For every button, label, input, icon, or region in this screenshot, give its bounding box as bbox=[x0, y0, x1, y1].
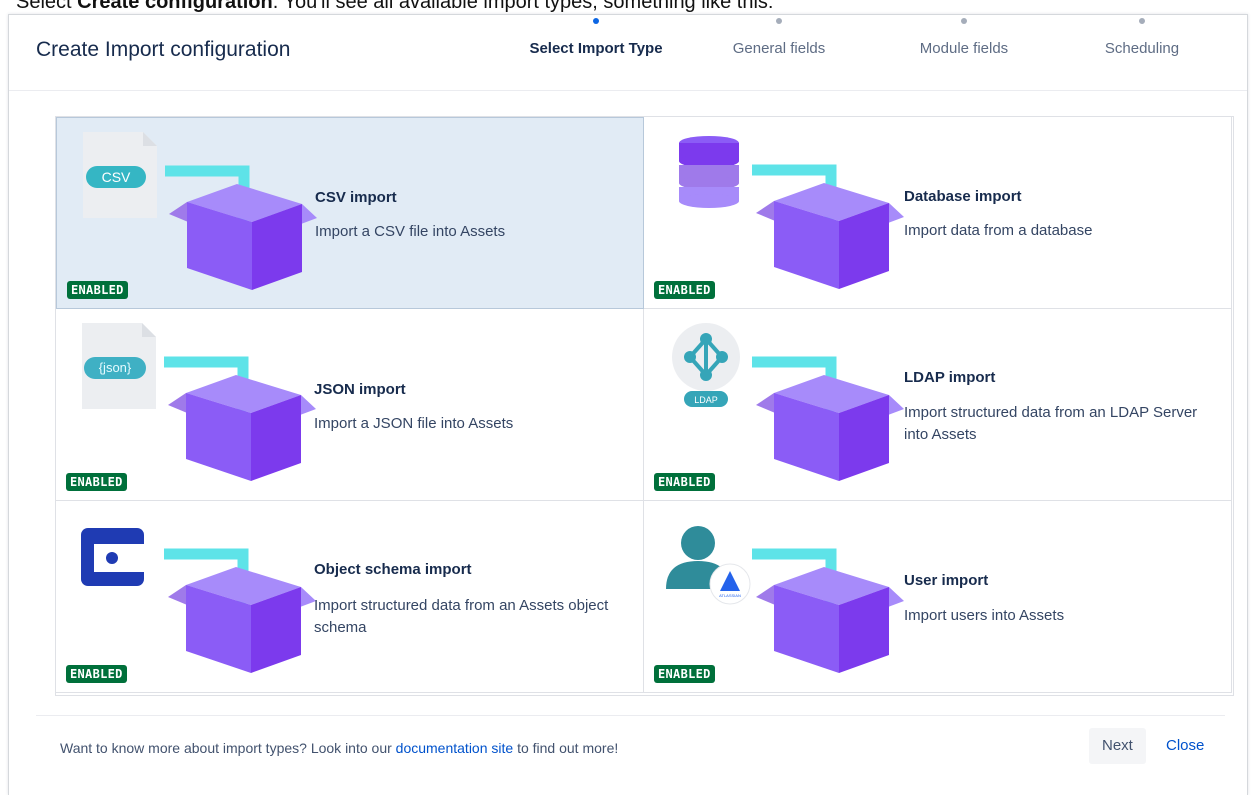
card-title: JSON import bbox=[314, 381, 406, 398]
footer-text-before: Want to know more about import types? Lo… bbox=[60, 740, 396, 756]
card-title: Database import bbox=[904, 188, 1022, 205]
step-scheduling: Scheduling bbox=[1072, 18, 1212, 58]
ldap-badge-text: LDAP bbox=[694, 395, 718, 405]
box-icon bbox=[168, 375, 316, 481]
step-dot bbox=[961, 18, 967, 24]
import-card-ldap[interactable]: LDAP LDAP import Import structured data … bbox=[644, 309, 1232, 501]
step-label: Scheduling bbox=[1104, 40, 1180, 57]
box-icon bbox=[169, 184, 317, 290]
card-title: User import bbox=[904, 572, 989, 589]
step-select-import-type: Select Import Type bbox=[529, 18, 663, 58]
box-icon bbox=[168, 567, 316, 673]
import-card-object-schema[interactable]: Object schema import Import structured d… bbox=[56, 501, 644, 693]
step-current-dot bbox=[593, 18, 599, 24]
close-button[interactable]: Close bbox=[1153, 728, 1217, 764]
documentation-site-link[interactable]: documentation site bbox=[396, 740, 514, 756]
step-dot bbox=[1139, 18, 1145, 24]
instruction-caption: Select Create configuration. You'll see … bbox=[16, 0, 774, 13]
card-description: Import structured data from an LDAP Serv… bbox=[904, 404, 1198, 443]
status-badge: ENABLED bbox=[654, 665, 715, 683]
atlassian-logo-text: ATLASSIAN bbox=[719, 593, 741, 598]
next-button[interactable]: Next bbox=[1089, 728, 1146, 764]
card-title: CSV import bbox=[315, 189, 397, 206]
card-description: Import users into Assets bbox=[904, 607, 1065, 624]
card-description: Import a JSON file into Assets bbox=[314, 415, 514, 432]
box-icon bbox=[756, 183, 904, 289]
status-badge: ENABLED bbox=[654, 281, 715, 299]
step-dot bbox=[776, 18, 782, 24]
card-description: Import a CSV file into Assets bbox=[315, 223, 506, 240]
import-card-json[interactable]: {json} JSON import Import a JSON file in… bbox=[56, 309, 644, 501]
card-title: LDAP import bbox=[904, 369, 996, 386]
status-badge: ENABLED bbox=[66, 665, 127, 683]
card-description: Import data from a database bbox=[904, 222, 1093, 239]
footer-text-after: to find out more! bbox=[513, 740, 619, 756]
step-module-fields: Module fields bbox=[894, 18, 1034, 58]
import-card-database[interactable]: Database import Import data from a datab… bbox=[644, 117, 1232, 309]
step-label: Module fields bbox=[919, 40, 1009, 57]
box-icon bbox=[756, 375, 904, 481]
status-badge: ENABLED bbox=[654, 473, 715, 491]
step-label: General fields bbox=[732, 40, 826, 57]
step-general-fields: General fields bbox=[709, 18, 849, 58]
card-description: Import structured data from an Assets ob… bbox=[314, 597, 609, 636]
csv-badge-text: CSV bbox=[102, 169, 131, 185]
import-card-user[interactable]: ATLASSIAN User import Import users into … bbox=[644, 501, 1232, 693]
status-badge: ENABLED bbox=[67, 281, 128, 299]
footer-help-text: Want to know more about import types? Lo… bbox=[60, 740, 618, 756]
import-type-grid: CSV CSV import Import a CSV file into As… bbox=[55, 116, 1234, 696]
import-card-csv[interactable]: CSV CSV import Import a CSV file into As… bbox=[56, 117, 644, 309]
step-label: Select Import Type bbox=[529, 40, 663, 57]
json-badge-text: {json} bbox=[99, 360, 132, 375]
import-configuration-dialog: Create Import configuration Select Impor… bbox=[8, 14, 1248, 795]
header-divider bbox=[9, 90, 1247, 91]
status-badge: ENABLED bbox=[66, 473, 127, 491]
card-title: Object schema import bbox=[314, 561, 472, 578]
box-icon bbox=[756, 567, 904, 673]
dialog-title: Create Import configuration bbox=[36, 38, 291, 61]
footer-divider bbox=[36, 715, 1225, 716]
